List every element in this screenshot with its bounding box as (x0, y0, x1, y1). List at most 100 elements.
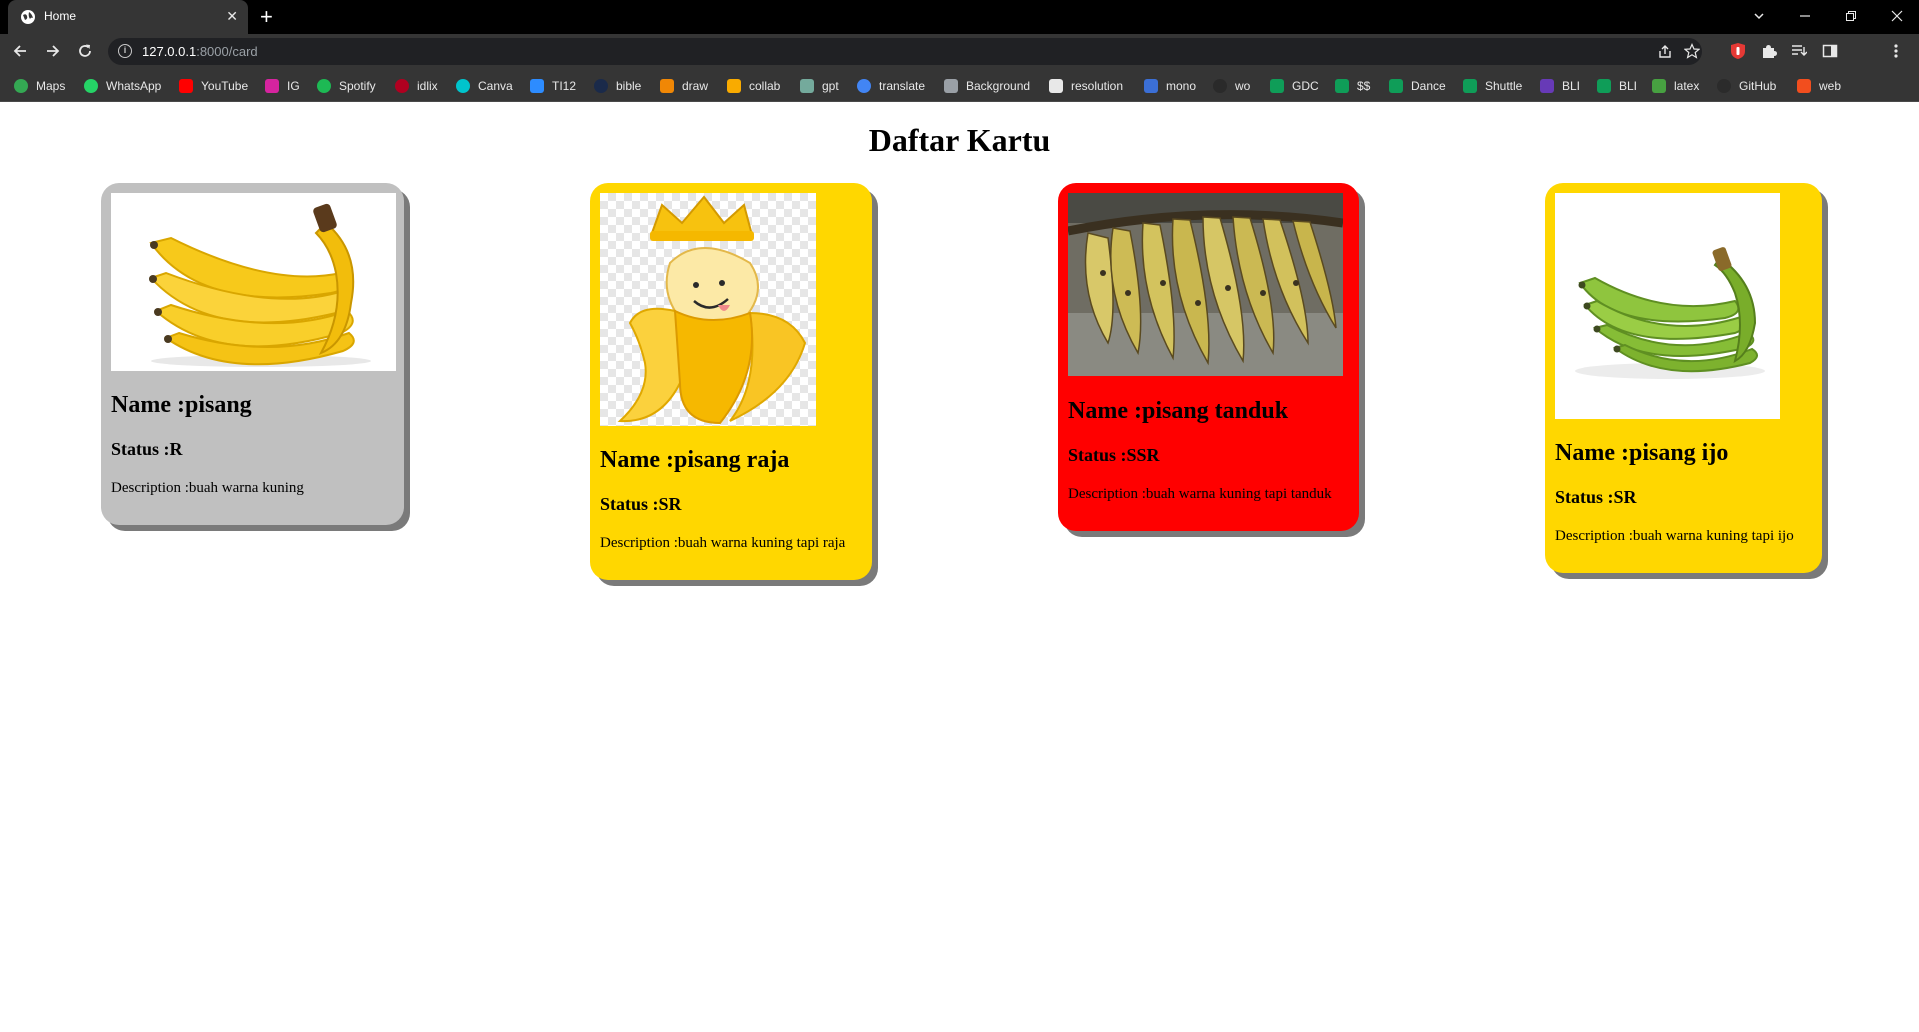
globe-icon (21, 10, 35, 24)
chatgpt-icon (800, 79, 814, 93)
c-icon (1049, 79, 1063, 93)
bookmark-canva[interactable]: Canva (456, 78, 513, 94)
bookmark-bli[interactable]: BLI (1597, 78, 1637, 94)
bookmark-shuttle[interactable]: Shuttle (1463, 78, 1522, 94)
back-arrow-icon[interactable] (12, 43, 28, 59)
forward-arrow-icon[interactable] (45, 43, 61, 59)
browser-toolbar: i 127.0.0.1:8000/card (0, 34, 1919, 95)
bookmark-latex[interactable]: latex (1652, 78, 1699, 94)
bookmark-translate[interactable]: translate (857, 78, 925, 94)
bookmark-label: gpt (822, 79, 839, 93)
bookmark-label: idlix (417, 79, 438, 93)
address-bar[interactable]: i 127.0.0.1:8000/card (108, 38, 1702, 65)
bookmark-label: Maps (36, 79, 66, 93)
colab-icon (727, 79, 741, 93)
spotify-icon (317, 79, 331, 93)
window-close-icon[interactable] (1891, 10, 1903, 22)
bookmark-label: $$ (1357, 79, 1371, 93)
url-host: 127.0.0.1 (142, 44, 197, 59)
bookmark-dance[interactable]: Dance (1389, 78, 1446, 94)
bookmark-gpt[interactable]: gpt (800, 78, 839, 94)
youtube-icon (179, 79, 193, 93)
idlix-icon (395, 79, 409, 93)
card-description: Description :buah warna kuning tapi raja (600, 535, 846, 551)
crowned-banana-cartoon-image (600, 193, 816, 426)
bookmark-gdc[interactable]: GDC (1270, 78, 1319, 94)
green-banana-image (1555, 193, 1780, 419)
minimize-icon[interactable] (1799, 10, 1811, 22)
reload-icon[interactable] (77, 43, 93, 59)
bookmark-label: TI12 (552, 79, 577, 93)
google-icon (857, 79, 871, 93)
site-info-icon[interactable]: i (118, 44, 132, 58)
card-name: Name :pisang ijo (1555, 440, 1729, 466)
tab-strip: Home ✕ + (0, 0, 1919, 34)
bookmark-maps[interactable]: Maps (14, 78, 65, 94)
tab-search-chevron-icon[interactable] (1753, 10, 1765, 22)
bookmark-collab[interactable]: collab (727, 78, 780, 94)
new-tab-button[interactable]: + (260, 4, 273, 30)
wo-icon (1213, 79, 1227, 93)
bookmark-label: BLI (1619, 79, 1638, 93)
card-pisang-ijo: Name :pisang ijo Status :SR Description … (1545, 183, 1822, 573)
layers-icon (944, 79, 958, 93)
bookmark-spotify[interactable]: Spotify (317, 78, 376, 94)
bookmark-label: IG (287, 79, 300, 93)
restore-icon[interactable] (1845, 10, 1857, 22)
bookmark-bli[interactable]: BLI (1540, 78, 1580, 94)
tab-title: Home (44, 9, 77, 23)
card-status: Status :SR (1555, 487, 1637, 507)
extensions-puzzle-icon[interactable] (1761, 43, 1777, 59)
bookmark-bible[interactable]: bible (594, 78, 641, 94)
bookmark-idlix[interactable]: idlix (395, 78, 438, 94)
plantain-bunch-image (1068, 193, 1343, 376)
card-name: Name :pisang (111, 392, 252, 418)
bookmark-ig[interactable]: IG (265, 78, 300, 94)
card-name: Name :pisang tanduk (1068, 398, 1289, 424)
bookmark-mono[interactable]: mono (1144, 78, 1196, 94)
tab-home[interactable]: Home ✕ (8, 0, 248, 34)
bookmark-youtube[interactable]: YouTube (179, 78, 248, 94)
bookmark-wo[interactable]: wo (1213, 78, 1250, 94)
bookmark-draw[interactable]: draw (660, 78, 708, 94)
reading-list-icon[interactable] (1791, 43, 1807, 59)
url-path: :8000/card (196, 44, 258, 59)
sheets-icon (1389, 79, 1403, 93)
bookmark-star-icon[interactable] (1684, 43, 1700, 59)
bookmark-label: WhatsApp (106, 79, 162, 93)
bookmark-label: mono (1166, 79, 1197, 93)
tab-close-icon[interactable]: ✕ (226, 8, 238, 25)
draw-icon (660, 79, 674, 93)
bible-icon (594, 79, 608, 93)
bookmark-github[interactable]: GitHub (1717, 78, 1776, 94)
zoom-icon (530, 79, 544, 93)
bookmark-label: wo (1235, 79, 1251, 93)
bookmark-label: Shuttle (1485, 79, 1523, 93)
bookmark-label: Canva (478, 79, 513, 93)
canva-icon (456, 79, 470, 93)
bookmark-label: latex (1674, 79, 1700, 93)
whatsapp-icon (84, 79, 98, 93)
card-status: Status :R (111, 439, 183, 459)
bookmark-web[interactable]: web (1797, 78, 1841, 94)
side-panel-icon[interactable] (1822, 43, 1838, 59)
card-pisang: Name :pisang Status :R Description :buah… (101, 183, 404, 525)
bookmark-label: GitHub (1739, 79, 1777, 93)
bookmark-dollars[interactable]: $$ (1335, 78, 1370, 94)
bookmark-label: YouTube (201, 79, 249, 93)
bookmark-label: translate (879, 79, 926, 93)
sheets-icon (1597, 79, 1611, 93)
bookmark-resolution[interactable]: resolution (1049, 78, 1123, 94)
card-name: Name :pisang raja (600, 447, 790, 473)
bookmark-whatsapp[interactable]: WhatsApp (84, 78, 161, 94)
bookmark-label: Dance (1411, 79, 1446, 93)
kebab-menu-icon[interactable] (1893, 43, 1899, 59)
bookmarks-bar: Maps WhatsApp YouTube IG Spotify idlix Canva TI… (0, 68, 1919, 102)
bookmark-ti12[interactable]: TI12 (530, 78, 576, 94)
bookmark-background[interactable]: Background (944, 78, 1030, 94)
url-text: 127.0.0.1:8000/card (142, 44, 258, 59)
extension-shield-icon[interactable] (1730, 42, 1746, 60)
instagram-icon (265, 79, 279, 93)
bookmark-label: BLI (1562, 79, 1581, 93)
share-icon[interactable] (1657, 44, 1673, 60)
